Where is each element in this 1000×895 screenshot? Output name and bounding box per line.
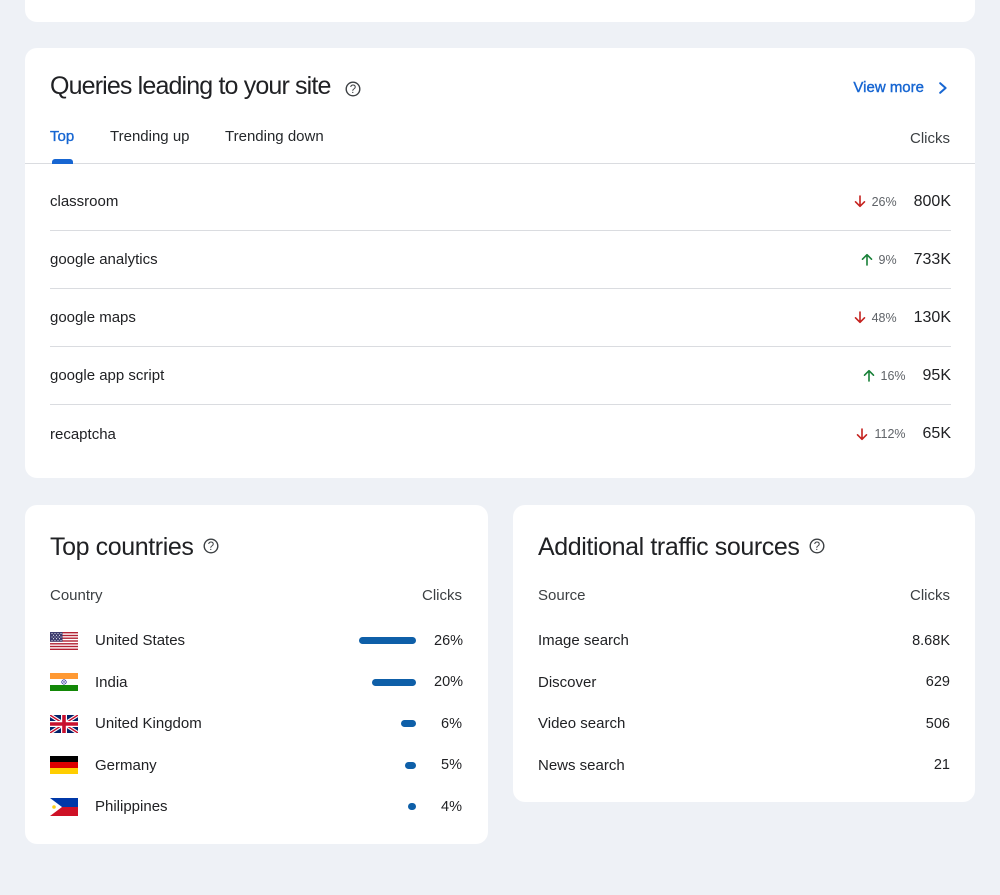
svg-text:?: ? xyxy=(813,541,819,553)
svg-text:?: ? xyxy=(207,541,213,553)
svg-text:?: ? xyxy=(349,84,355,96)
